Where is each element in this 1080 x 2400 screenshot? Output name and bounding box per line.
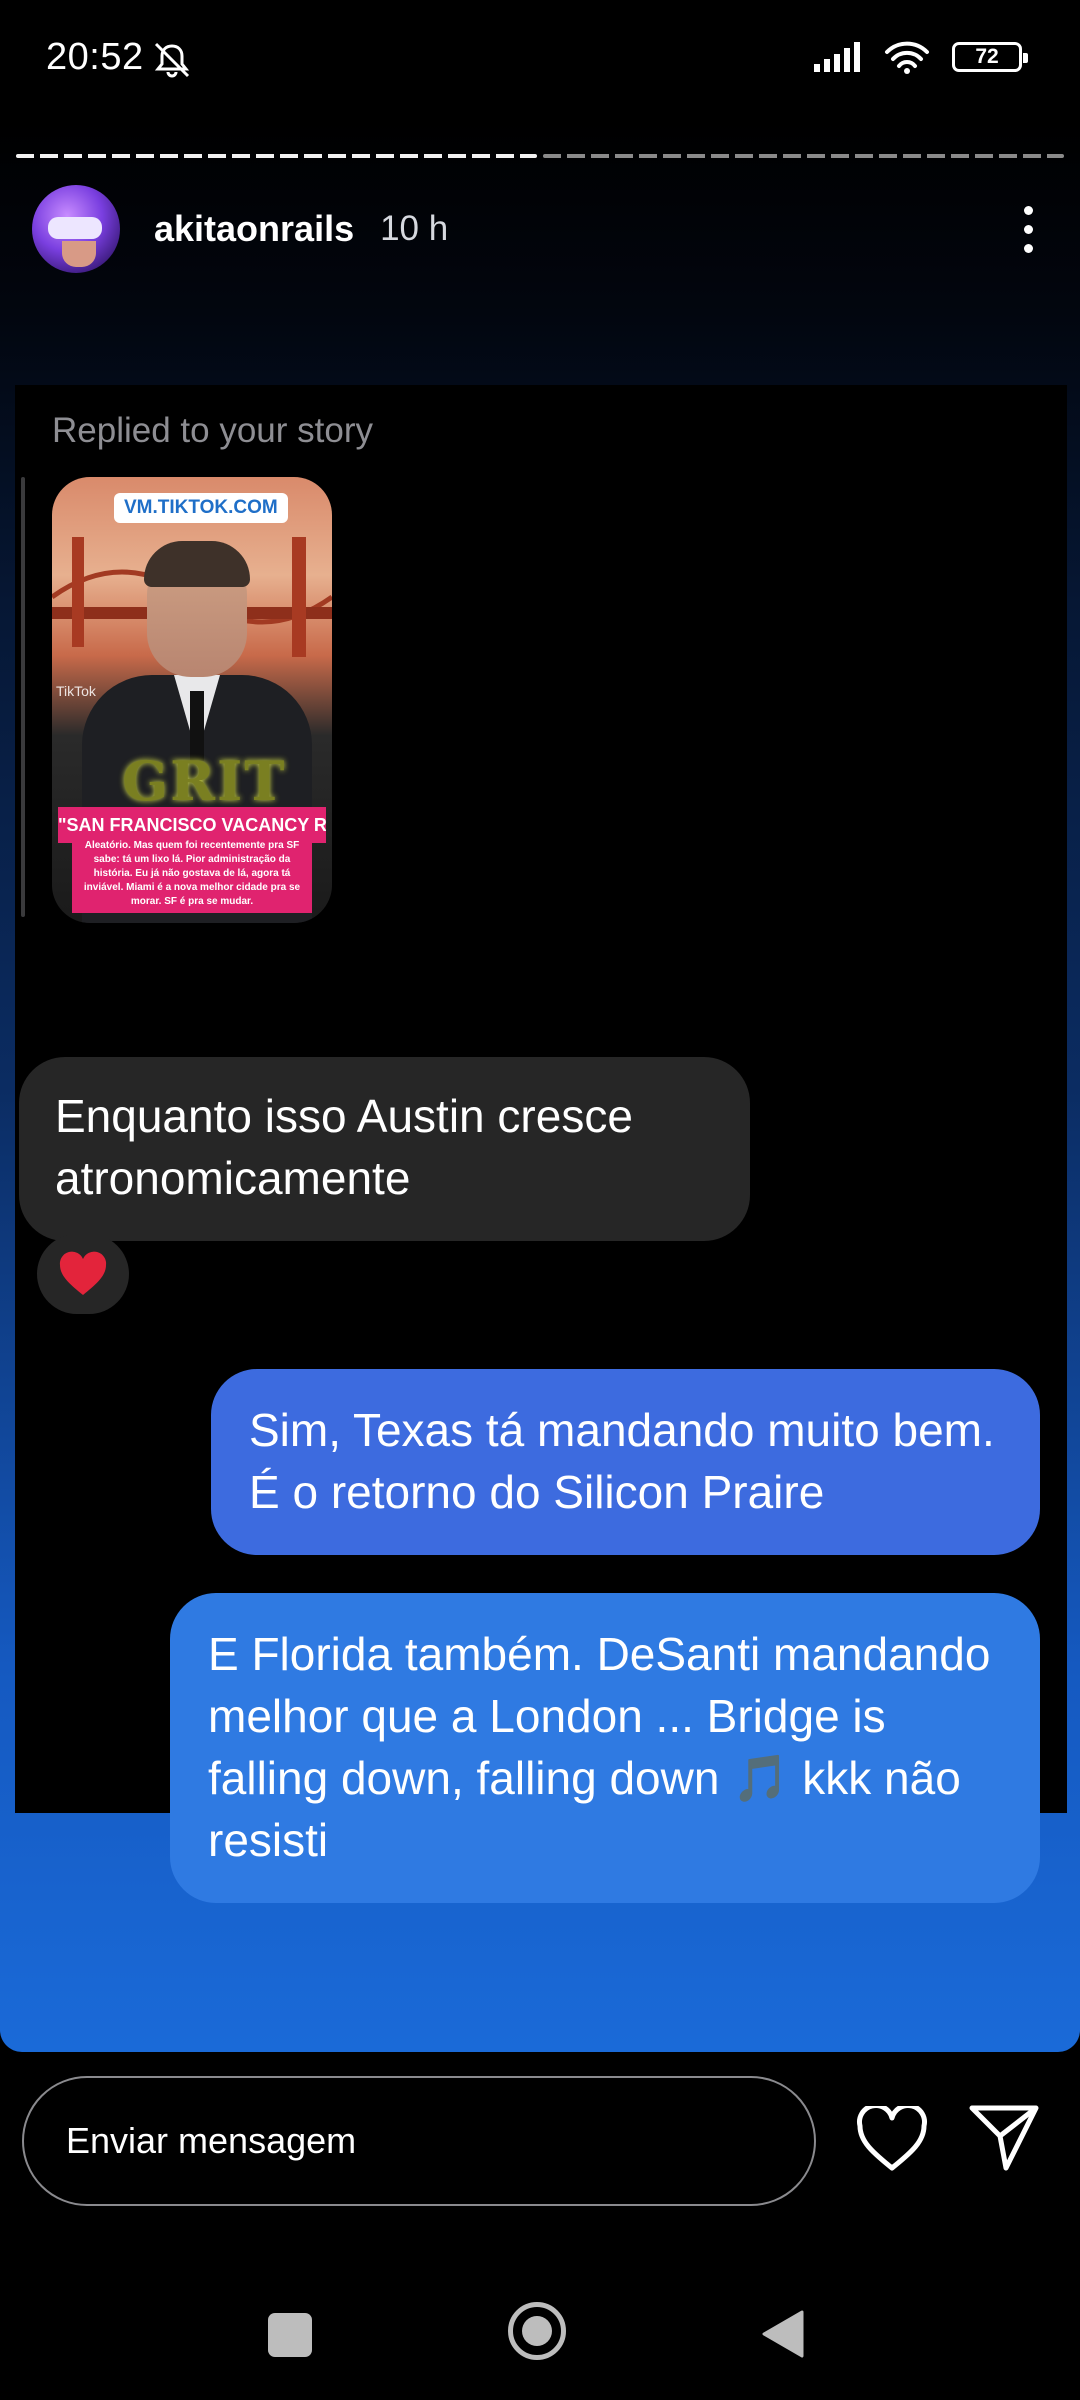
progress-segment-2 — [543, 154, 1064, 158]
message-input[interactable]: Enviar mensagem — [22, 2076, 816, 2206]
outgoing-message: E Florida também. DeSanti mandando melho… — [170, 1593, 1040, 1903]
more-vertical-icon[interactable] — [1008, 199, 1048, 259]
username[interactable]: akitaonrails — [154, 208, 354, 250]
home-icon[interactable] — [508, 2302, 566, 2360]
signal-icon — [814, 42, 860, 72]
heart-icon[interactable] — [856, 2106, 928, 2172]
story-time: 10 h — [380, 209, 449, 248]
reaction-badge — [37, 1234, 129, 1314]
thumbnail-caption: Aleatório. Mas quem foi recentemente pra… — [72, 835, 312, 913]
avatar[interactable] — [32, 185, 120, 273]
recents-icon[interactable] — [268, 2313, 312, 2357]
thumbnail-headline: GRIT — [122, 749, 287, 813]
shared-dm-screenshot: Replied to your story VM.TIKTOK.COM TikT… — [15, 385, 1067, 1903]
send-icon[interactable] — [968, 2102, 1040, 2172]
outgoing-message: Sim, Texas tá mandando muito bem. É o re… — [211, 1369, 1040, 1555]
tiktok-logo: TikTok — [56, 683, 96, 699]
heart-reaction-icon — [59, 1251, 107, 1295]
system-nav-bar — [0, 2280, 1080, 2390]
mute-icon — [154, 42, 190, 78]
story-thumbnail: VM.TIKTOK.COM TikTok GRIT "SAN FRANCISCO… — [52, 477, 332, 923]
replied-label: Replied to your story — [52, 411, 373, 450]
story-viewer[interactable]: akitaonrails 10 h Replied to your story … — [0, 120, 1080, 2052]
progress-segment-1 — [16, 154, 537, 158]
message-input-placeholder: Enviar mensagem — [66, 2120, 357, 2161]
story-header: akitaonrails 10 h — [32, 184, 1048, 274]
status-time: 20:52 — [46, 36, 144, 78]
wifi-icon — [885, 41, 929, 74]
battery-level: 72 — [975, 45, 999, 68]
back-icon[interactable] — [758, 2308, 806, 2360]
story-progress — [16, 154, 1064, 158]
status-icons: 72 — [814, 40, 1028, 74]
incoming-message: Enquanto isso Austin cresce atronomicame… — [19, 1057, 750, 1241]
tiktok-link: VM.TIKTOK.COM — [114, 493, 288, 523]
battery-icon: 72 — [952, 42, 1028, 72]
status-bar: 20:52 72 — [0, 0, 1080, 120]
reply-indicator-line — [21, 477, 25, 917]
